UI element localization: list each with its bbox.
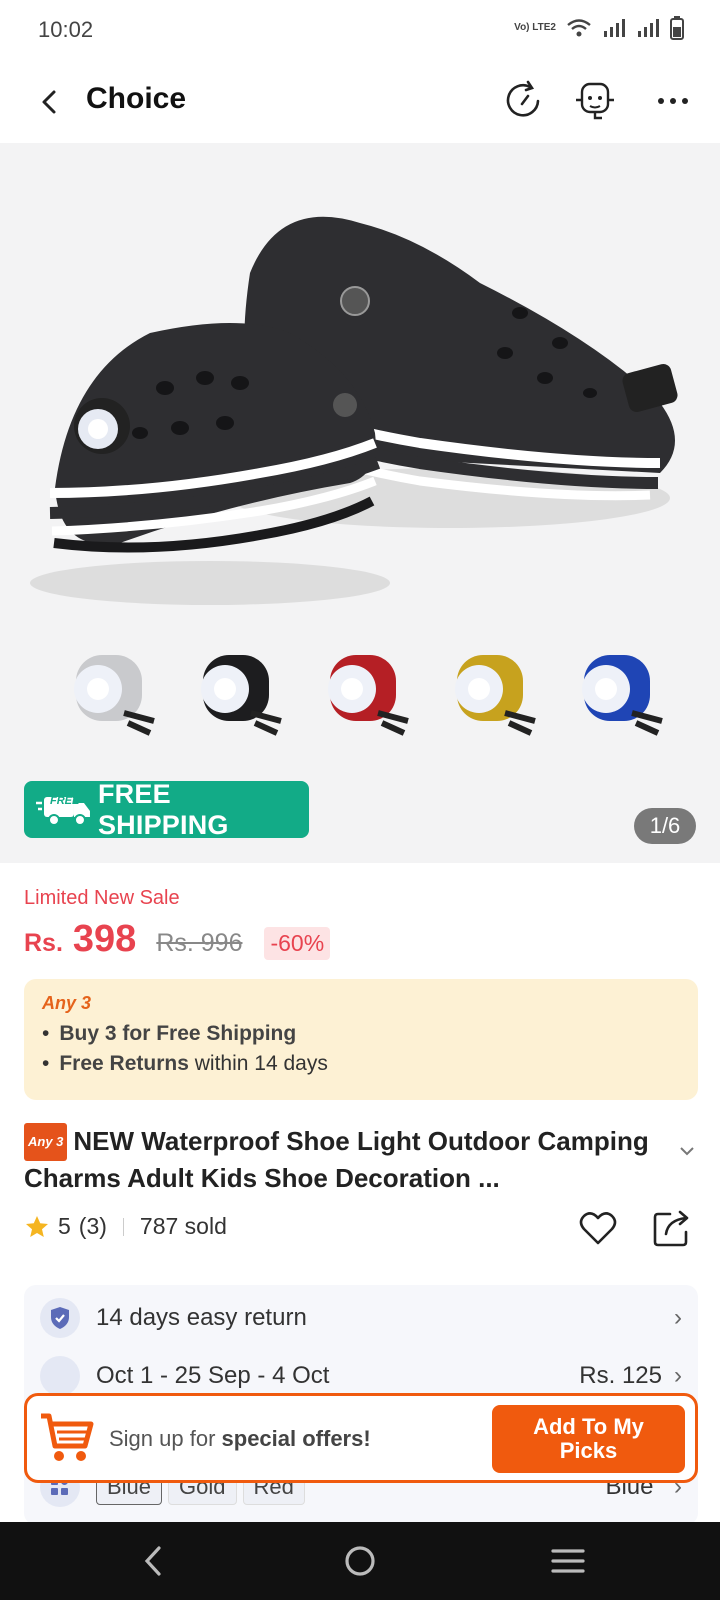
delivery-icon	[40, 1356, 80, 1396]
image-counter: 1/6	[634, 808, 696, 844]
chevron-down-icon[interactable]	[678, 1145, 696, 1157]
top-bar: Choice	[0, 62, 720, 142]
customer-service-icon[interactable]	[570, 76, 620, 126]
nav-menu-icon[interactable]	[545, 1538, 591, 1584]
signal-icon-2	[638, 19, 659, 37]
signup-text-plain: Sign up for	[109, 1426, 222, 1451]
promo-line-shipping: • Buy 3 for Free Shipping	[42, 1022, 680, 1046]
shield-check-icon	[40, 1298, 80, 1338]
promo-returns-bold: Free Returns	[59, 1052, 189, 1075]
free-shipping-tag: FREE	[50, 795, 80, 807]
bullet-icon: •	[42, 1052, 50, 1075]
rating-row[interactable]: 5 (3) 787 sold	[24, 1213, 227, 1240]
history-icon[interactable]	[498, 76, 548, 126]
battery-icon	[670, 16, 684, 40]
delivery-price: Rs. 125	[579, 1362, 662, 1389]
color-variant-thumbnails	[40, 643, 690, 753]
light-thumbnail-red[interactable]	[308, 643, 418, 743]
free-shipping-label: FREE SHIPPING	[97, 778, 229, 840]
promo-returns-text: within 14 days	[188, 1052, 328, 1075]
price-currency: Rs.	[24, 929, 63, 957]
bullet-icon: •	[42, 1022, 50, 1045]
light-thumbnail-blue[interactable]	[562, 643, 672, 743]
delivery-date-text: Oct 1 - 25 Sep - 4 Oct	[96, 1362, 330, 1389]
any3-badge: Any 3	[24, 1123, 68, 1161]
original-price: Rs. 996	[156, 929, 243, 957]
light-thumbnail-black[interactable]	[181, 643, 291, 743]
signup-text: Sign up for special offers!	[109, 1426, 371, 1452]
share-icon[interactable]	[650, 1206, 694, 1250]
rating-value: 5	[58, 1213, 71, 1239]
discount-badge: -60%	[264, 927, 331, 960]
nav-back-icon[interactable]	[131, 1538, 177, 1584]
return-policy-text: 14 days easy return	[96, 1304, 307, 1331]
signup-text-bold: special offers!	[221, 1426, 371, 1451]
product-title: Any 3 NEW Waterproof Shoe Light Outdoor C…	[24, 1123, 664, 1195]
nav-home-icon[interactable]	[337, 1538, 383, 1584]
current-price: 398	[72, 918, 137, 960]
product-image[interactable]	[0, 143, 720, 863]
page-title: Choice	[86, 82, 187, 115]
chevron-right-icon: ›	[674, 1362, 682, 1389]
chevron-right-icon: ›	[674, 1304, 682, 1331]
return-policy-row[interactable]: 14 days easy return ›	[40, 1293, 682, 1343]
promo-line-returns: • Free Returns within 14 days	[42, 1052, 680, 1076]
more-options-icon[interactable]	[648, 76, 698, 126]
system-navigation-bar	[0, 1522, 720, 1600]
status-bar: 10:02 Vo) LTE2	[0, 0, 720, 60]
divider	[122, 1217, 124, 1236]
signal-icon	[604, 19, 625, 37]
review-count: (3)	[78, 1213, 107, 1239]
promo-box[interactable]: Any 3 • Buy 3 for Free Shipping • Free R…	[24, 979, 698, 1100]
promo-shipping-text: Buy 3 for Free Shipping	[59, 1022, 297, 1045]
status-time: 10:02	[38, 17, 94, 42]
promo-tag: Any 3	[42, 993, 92, 1013]
wifi-icon	[567, 19, 591, 37]
light-thumbnail-silver[interactable]	[54, 643, 164, 743]
product-title-text: NEW Waterproof Shoe Light Outdoor Campin…	[24, 1126, 649, 1193]
sold-count: 787 sold	[139, 1213, 227, 1239]
add-to-my-picks-button[interactable]: Add To My Picks	[492, 1405, 685, 1473]
volte-icon: Vo) LTE2	[514, 22, 556, 33]
back-arrow-icon[interactable]	[30, 82, 70, 122]
status-icons: Vo) LTE2	[514, 16, 684, 40]
free-shipping-banner: FREE FREE SHIPPING	[24, 778, 309, 840]
shopping-cart-icon	[41, 1413, 94, 1461]
star-icon	[26, 1215, 48, 1237]
light-thumbnail-gold[interactable]	[435, 643, 545, 743]
price-row: Rs. 398 Rs. 996 -60%	[24, 918, 331, 961]
product-image-gallery[interactable]	[0, 143, 720, 863]
sale-label: Limited New Sale	[24, 887, 180, 909]
signup-offers-banner[interactable]: Sign up for special offers! Add To My Pi…	[24, 1393, 698, 1483]
heart-icon[interactable]	[576, 1206, 620, 1250]
